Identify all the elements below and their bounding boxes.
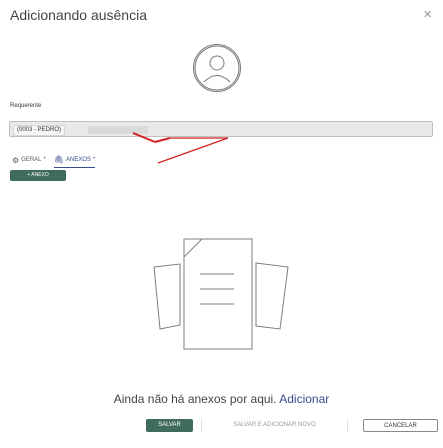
save-and-new-button[interactable]: SALVAR E ADICIONAR NOVO [201,419,348,432]
tab-anexos[interactable]: 🖇 ANEXOS * [53,155,96,168]
required-mark: * [43,157,46,163]
redacted-text [88,126,148,134]
close-icon[interactable]: × [423,6,432,23]
cancel-button[interactable]: CANCELAR [363,419,438,432]
add-annex-button[interactable]: + ANEXO [10,170,66,181]
empty-state: Ainda não há anexos por aqui. Adicionar [0,392,443,406]
tab-anexos-label: ANEXOS [66,156,92,163]
user-avatar-icon [194,45,240,91]
empty-text: Ainda não há anexos por aqui. [113,392,277,406]
add-link[interactable]: Adicionar [279,392,329,406]
paperclip-icon: 🖇 [53,155,65,164]
save-button[interactable]: SALVAR [146,419,193,432]
tab-bar: ⚙ GERAL * 🖇 ANEXOS * [12,155,96,168]
requerente-field[interactable]: (0003 - PEDRO) [9,121,433,137]
empty-documents-icon [153,238,289,350]
requerente-label: Requerente [10,103,42,109]
tab-geral-label: GERAL [21,157,42,163]
gear-icon: ⚙ [12,155,20,165]
tab-geral[interactable]: ⚙ GERAL * [12,155,46,168]
avatar [193,44,241,92]
required-mark: * [93,156,96,163]
dialog-title: Adicionando ausência [10,7,147,23]
requerente-chip[interactable]: (0003 - PEDRO) [13,125,66,136]
